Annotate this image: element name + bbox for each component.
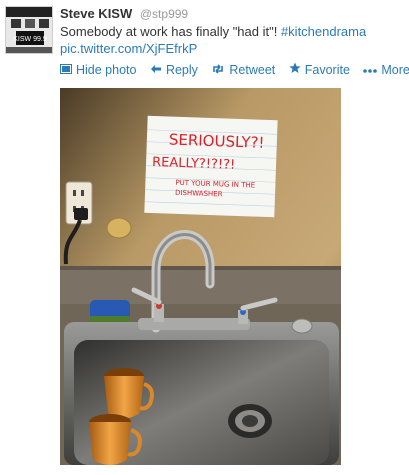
tweet-photo[interactable]: SERIOUSLY?! REALLY?!?!?! PUT YOUR MUG IN…	[60, 88, 341, 465]
more-label: More	[381, 63, 409, 77]
reply-button[interactable]: Reply	[150, 63, 198, 77]
retweet-icon	[211, 63, 225, 77]
favorite-button[interactable]: Favorite	[289, 62, 350, 77]
photo-icon	[60, 63, 72, 77]
hide-photo-button[interactable]: Hide photo	[60, 63, 136, 77]
tweet-header: Steve KISW @stp999	[60, 6, 188, 21]
star-icon	[289, 62, 301, 77]
user-handle[interactable]: @stp999	[140, 7, 188, 21]
retweet-label: Retweet	[229, 63, 276, 77]
note-line-2: REALLY?!?!?!	[152, 155, 236, 173]
hashtag-link[interactable]: #kitchendrama	[281, 24, 366, 39]
note-line-4: DISHWASHER	[175, 189, 223, 199]
hide-photo-label: Hide photo	[76, 63, 137, 77]
reply-arrow-icon	[150, 63, 162, 77]
pic-link[interactable]: pic.twitter.com/XjFEfrkP	[60, 41, 197, 56]
tweet-text: Somebody at work has finally "had it"! #…	[60, 23, 405, 57]
tweet-body: Somebody at work has finally "had it"!	[60, 24, 281, 39]
reply-label: Reply	[165, 63, 198, 77]
note-line-1: SERIOUSLY?!	[169, 131, 265, 152]
avatar[interactable]: KISW 99.9	[5, 6, 53, 54]
retweet-button[interactable]: Retweet	[211, 63, 275, 77]
tweet-actions: Hide photo Reply Retweet Favorite More	[60, 62, 409, 77]
more-dots-icon	[363, 63, 378, 77]
more-button[interactable]: More	[363, 63, 409, 77]
avatar-caption: KISW 99.9	[13, 36, 47, 43]
favorite-label: Favorite	[304, 62, 350, 77]
user-name[interactable]: Steve KISW	[60, 6, 132, 21]
